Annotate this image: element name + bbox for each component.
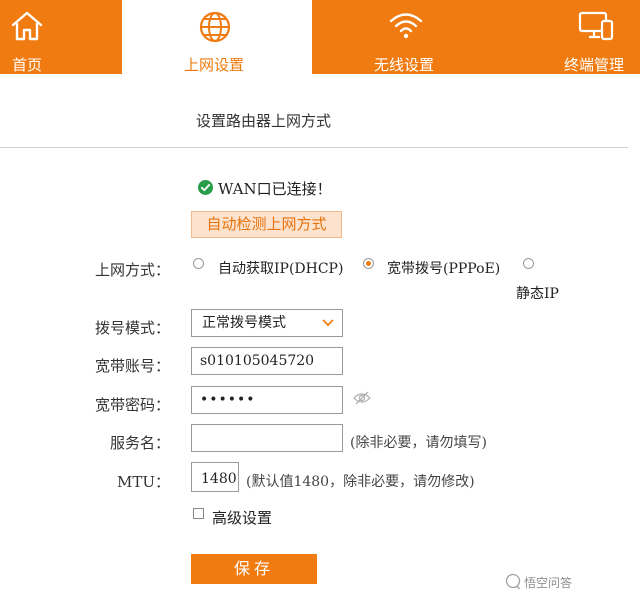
nav-tab-wireless-settings[interactable]: 无线设置	[312, 0, 492, 74]
nav-tab-label: 首页	[12, 56, 43, 74]
nav-tab-label: 上网设置	[184, 56, 245, 74]
dial-mode-value: 正常拨号模式	[202, 315, 286, 331]
top-nav-bar: 首页 上网设置 无线设置 终端管理	[0, 0, 640, 74]
devices-icon	[578, 11, 614, 41]
dial-mode-label: 拨号模式：	[94, 319, 170, 337]
check-circle-icon	[198, 180, 213, 195]
divider	[0, 147, 628, 148]
radio-static-ip[interactable]	[523, 258, 534, 269]
mtu-input[interactable]: 1480	[191, 462, 239, 492]
chevron-down-icon	[322, 319, 334, 327]
watermark-text: 悟空问答	[524, 576, 573, 590]
save-button[interactable]: 保存	[191, 554, 317, 584]
nav-tab-internet-settings[interactable]: 上网设置	[122, 0, 312, 74]
nav-tab-label: 终端管理	[564, 56, 625, 74]
dial-mode-select[interactable]: 正常拨号模式	[191, 309, 343, 337]
wifi-icon	[389, 13, 423, 39]
radio-pppoe[interactable]	[363, 258, 374, 269]
broadband-password-label: 宽带密码：	[94, 396, 170, 414]
globe-icon	[199, 11, 231, 43]
radio-static-ip-label[interactable]: 静态IP	[516, 283, 559, 303]
broadband-account-input[interactable]: s010105045720	[191, 347, 343, 375]
nav-tab-home[interactable]: 首页	[0, 0, 122, 74]
connection-type-label: 上网方式：	[94, 261, 170, 279]
eye-slash-icon[interactable]	[353, 391, 371, 405]
advanced-settings-label[interactable]: 高级设置	[212, 507, 272, 528]
nav-tab-device-management[interactable]: 终端管理	[492, 0, 640, 74]
radio-pppoe-label[interactable]: 宽带拨号(PPPoE)	[387, 258, 500, 278]
radio-dhcp[interactable]	[193, 258, 204, 269]
page-title: 设置路由器上网方式	[196, 112, 332, 130]
qa-logo-icon	[505, 574, 521, 590]
auto-detect-button[interactable]: 自动检测上网方式	[191, 211, 342, 238]
mtu-hint: (默认值1480，除非必要，请勿修改)	[246, 474, 475, 490]
mtu-label: MTU：	[116, 473, 170, 491]
service-name-label: 服务名：	[109, 434, 170, 452]
advanced-settings-checkbox[interactable]	[193, 508, 204, 519]
broadband-account-label: 宽带账号：	[94, 357, 170, 375]
nav-tab-label: 无线设置	[374, 56, 435, 74]
service-name-hint: (除非必要，请勿填写)	[350, 435, 487, 451]
broadband-password-input[interactable]: ••••••	[191, 386, 343, 414]
wan-status-text: WAN口已连接！	[218, 180, 332, 198]
radio-dhcp-label[interactable]: 自动获取IP(DHCP)	[218, 258, 343, 278]
home-icon	[11, 11, 43, 41]
service-name-input[interactable]	[191, 424, 343, 452]
